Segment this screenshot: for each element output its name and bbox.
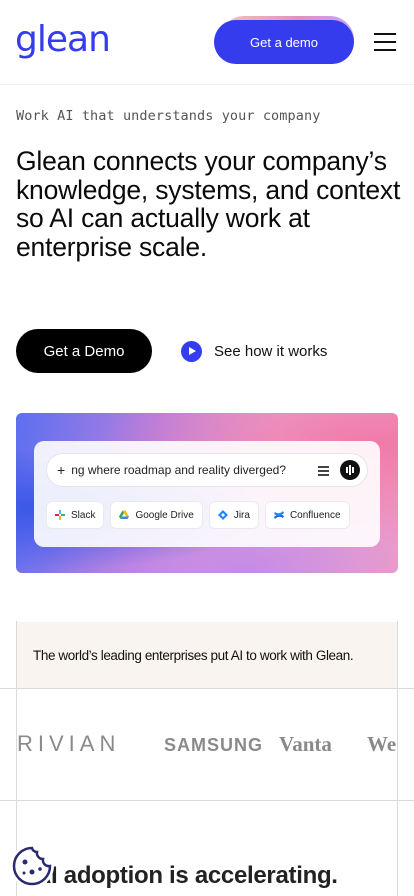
rivian-logo: RIVIAN bbox=[17, 731, 121, 756]
vanta-logo: Vanta bbox=[279, 732, 332, 756]
site-header: glean Get a demo bbox=[0, 0, 414, 84]
voice-icon[interactable] bbox=[340, 460, 360, 480]
cookie-icon bbox=[12, 846, 52, 886]
chip-label: Slack bbox=[71, 509, 96, 521]
search-query: ng where roadmap and reality diverged? bbox=[71, 463, 286, 477]
samsung-logo: SAMSUNG bbox=[164, 735, 264, 755]
header-divider bbox=[0, 84, 414, 85]
get-a-demo-button[interactable]: Get a demo bbox=[214, 20, 354, 64]
cookie-settings-button[interactable] bbox=[10, 844, 54, 888]
grid-line-right bbox=[397, 621, 398, 896]
adoption-heading: AI adoption is accelerating. bbox=[34, 862, 338, 889]
hero-headline: Glean connects your company’s knowledge,… bbox=[16, 146, 401, 262]
see-how-it-works-link[interactable]: See how it works bbox=[181, 340, 327, 362]
slack-icon bbox=[55, 510, 65, 520]
chip-confluence[interactable]: Confluence bbox=[264, 501, 350, 529]
grid-line-top bbox=[0, 688, 414, 689]
chip-jira[interactable]: Jira bbox=[208, 501, 259, 529]
chip-label: Google Drive bbox=[135, 509, 194, 521]
enterprise-lead-box: The world’s leading enterprises put AI t… bbox=[17, 622, 397, 688]
confluence-icon bbox=[273, 510, 284, 520]
chip-label: Jira bbox=[233, 509, 250, 521]
chip-slack[interactable]: Slack bbox=[46, 501, 105, 529]
google-drive-icon bbox=[119, 510, 130, 520]
search-bar[interactable]: + ng where roadmap and reality diverged? bbox=[46, 453, 368, 487]
see-how-it-works-label: See how it works bbox=[214, 342, 328, 360]
hero-eyebrow: Work AI that understands your company bbox=[16, 108, 321, 124]
header-cta-wrap: Get a demo bbox=[214, 16, 356, 66]
jira-icon bbox=[217, 510, 228, 520]
customer-logos: RIVIAN SAMSUNG Vanta We bbox=[17, 730, 397, 760]
plus-icon[interactable]: + bbox=[57, 462, 65, 478]
hamburger-icon[interactable] bbox=[374, 33, 396, 51]
get-a-demo-hero-button[interactable]: Get a Demo bbox=[16, 329, 152, 373]
enterprise-lead-text: The world’s leading enterprises put AI t… bbox=[33, 647, 354, 663]
glean-logo[interactable]: glean bbox=[15, 18, 111, 62]
filter-icon[interactable] bbox=[318, 465, 329, 476]
hero-visual: + ng where roadmap and reality diverged?… bbox=[16, 413, 398, 573]
source-chips: Slack Google Drive Jira Confluence bbox=[46, 501, 356, 529]
search-card: + ng where roadmap and reality diverged?… bbox=[34, 441, 380, 547]
chip-label: Confluence bbox=[289, 509, 341, 521]
play-icon bbox=[181, 340, 202, 362]
partial-logo: We bbox=[367, 732, 397, 756]
chip-google-drive[interactable]: Google Drive bbox=[110, 501, 203, 529]
grid-line-bottom bbox=[0, 800, 414, 801]
